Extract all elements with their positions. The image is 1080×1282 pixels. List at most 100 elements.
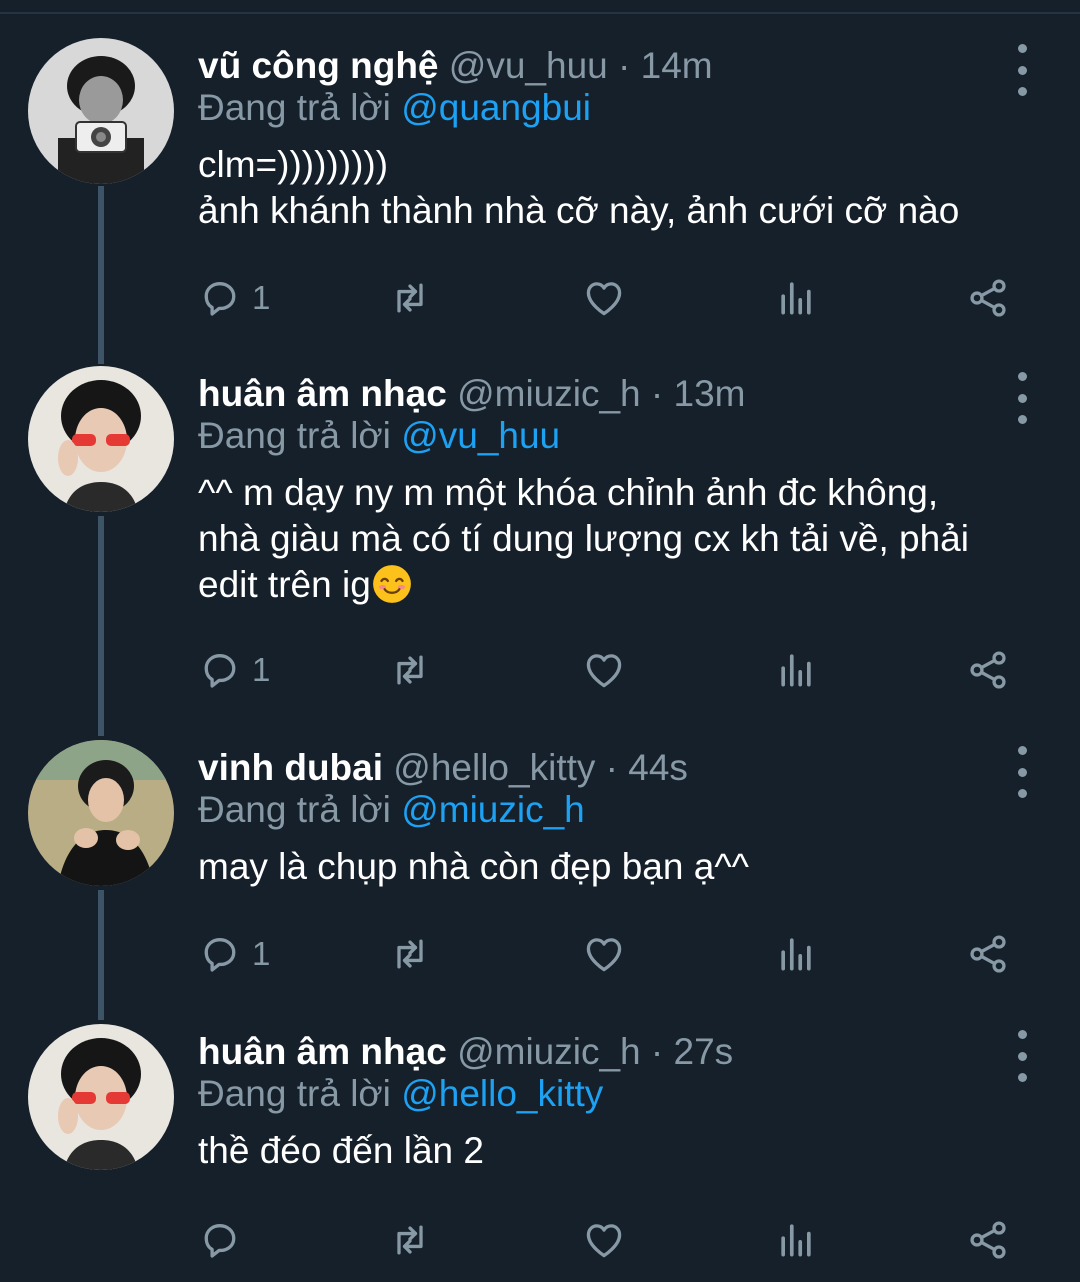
tweet-content: huân âm nhạc @miuzic_h · 27s Đang trả lờ… bbox=[198, 1024, 1018, 1174]
timestamp[interactable]: 13m bbox=[674, 373, 746, 414]
user-handle[interactable]: @miuzic_h bbox=[457, 1031, 641, 1072]
tweet-text: may là chụp nhà còn đẹp bạn ạ^^ bbox=[198, 844, 1018, 890]
share-button[interactable] bbox=[966, 930, 1010, 978]
tweet-text-line: edit trên ig bbox=[198, 564, 371, 605]
avatar[interactable] bbox=[28, 1024, 174, 1170]
analytics-button[interactable] bbox=[774, 1216, 818, 1264]
analytics-icon bbox=[774, 648, 818, 692]
reply-button[interactable]: 1 bbox=[198, 646, 270, 694]
user-handle[interactable]: @miuzic_h bbox=[457, 373, 641, 414]
reply-icon bbox=[198, 276, 242, 320]
user-handle[interactable]: @hello_kitty bbox=[393, 747, 595, 788]
tweet[interactable]: huân âm nhạc @miuzic_h · 27s Đang trả lờ… bbox=[0, 1024, 1080, 1274]
action-bar: 1 bbox=[198, 646, 1028, 694]
reply-mention[interactable]: @miuzic_h bbox=[401, 789, 585, 830]
reply-context: Đang trả lời @miuzic_h bbox=[198, 788, 1018, 832]
tweet-text-line: thề đéo đến lần 2 bbox=[198, 1130, 484, 1171]
tweet-text-line: ^^ m dạy ny m một khóa chỉnh ảnh đc khôn… bbox=[198, 472, 939, 513]
retweet-button[interactable] bbox=[388, 1216, 432, 1264]
tweet-text: clm=))))))))) ảnh khánh thành nhà cỡ này… bbox=[198, 142, 1018, 234]
like-icon bbox=[582, 932, 626, 976]
reply-button[interactable]: 1 bbox=[198, 930, 270, 978]
reply-button[interactable]: 1 bbox=[198, 274, 270, 322]
like-button[interactable] bbox=[582, 1216, 626, 1264]
share-icon bbox=[966, 932, 1010, 976]
tweet-text-line-with-emoji: edit trên ig bbox=[198, 562, 1018, 608]
top-divider bbox=[0, 12, 1080, 14]
retweet-button[interactable] bbox=[388, 274, 432, 322]
reply-context: Đang trả lời @hello_kitty bbox=[198, 1072, 1018, 1116]
timestamp[interactable]: 27s bbox=[674, 1031, 734, 1072]
user-handle[interactable]: @vu_huu bbox=[449, 45, 608, 86]
reply-prefix: Đang trả lời bbox=[198, 1073, 391, 1114]
display-name[interactable]: huân âm nhạc bbox=[198, 1031, 447, 1072]
display-name[interactable]: vinh dubai bbox=[198, 747, 383, 788]
display-name[interactable]: vũ công nghệ bbox=[198, 45, 439, 86]
tweet-text-line: may là chụp nhà còn đẹp bạn ạ^^ bbox=[198, 846, 750, 887]
reply-context: Đang trả lời @quangbui bbox=[198, 86, 1018, 130]
analytics-button[interactable] bbox=[774, 274, 818, 322]
avatar[interactable] bbox=[28, 38, 174, 184]
reply-count: 1 bbox=[252, 651, 271, 688]
like-icon bbox=[582, 276, 626, 320]
tweet-text-line: clm=))))))))) bbox=[198, 144, 389, 185]
reply-icon bbox=[198, 932, 242, 976]
like-icon bbox=[582, 648, 626, 692]
retweet-icon bbox=[388, 648, 432, 692]
separator-dot: · bbox=[618, 45, 631, 86]
analytics-icon bbox=[774, 276, 818, 320]
share-icon bbox=[966, 648, 1010, 692]
reply-mention[interactable]: @quangbui bbox=[401, 87, 591, 128]
reply-mention[interactable]: @hello_kitty bbox=[401, 1073, 603, 1114]
tweet-header: huân âm nhạc @miuzic_h · 13m bbox=[198, 372, 1018, 416]
separator-dot: · bbox=[605, 747, 618, 788]
more-icon bbox=[1017, 746, 1027, 755]
timestamp[interactable]: 14m bbox=[641, 45, 713, 86]
tweet[interactable]: vinh dubai @hello_kitty · 44s Đang trả l… bbox=[0, 740, 1080, 990]
tweet-text-line: ảnh khánh thành nhà cỡ này, ảnh cưới cỡ … bbox=[198, 190, 960, 231]
avatar[interactable] bbox=[28, 366, 174, 512]
tweet-text-line: nhà giàu mà có tí dung lượng cx kh tải v… bbox=[198, 518, 969, 559]
more-options-button[interactable] bbox=[1010, 746, 1034, 798]
tweet-content: huân âm nhạc @miuzic_h · 13m Đang trả lờ… bbox=[198, 366, 1018, 608]
tweet[interactable]: huân âm nhạc @miuzic_h · 13m Đang trả lờ… bbox=[0, 366, 1080, 706]
reply-count: 1 bbox=[252, 935, 271, 972]
reply-context: Đang trả lời @vu_huu bbox=[198, 414, 1018, 458]
tweet-header: vũ công nghệ @vu_huu · 14m bbox=[198, 44, 1018, 88]
reply-count: 1 bbox=[252, 279, 271, 316]
share-button[interactable] bbox=[966, 1216, 1010, 1264]
more-options-button[interactable] bbox=[1010, 1030, 1034, 1082]
smiling-face-emoji bbox=[372, 565, 411, 603]
like-button[interactable] bbox=[582, 274, 626, 322]
avatar[interactable] bbox=[28, 740, 174, 886]
like-button[interactable] bbox=[582, 646, 626, 694]
retweet-icon bbox=[388, 276, 432, 320]
share-button[interactable] bbox=[966, 274, 1010, 322]
reply-icon bbox=[198, 1218, 242, 1262]
share-icon bbox=[966, 1218, 1010, 1262]
reply-button[interactable] bbox=[198, 1216, 252, 1264]
tweet-content: vinh dubai @hello_kitty · 44s Đang trả l… bbox=[198, 740, 1018, 890]
retweet-icon bbox=[388, 932, 432, 976]
share-icon bbox=[966, 276, 1010, 320]
share-button[interactable] bbox=[966, 646, 1010, 694]
analytics-button[interactable] bbox=[774, 930, 818, 978]
analytics-button[interactable] bbox=[774, 646, 818, 694]
like-button[interactable] bbox=[582, 930, 626, 978]
retweet-button[interactable] bbox=[388, 646, 432, 694]
like-icon bbox=[582, 1218, 626, 1262]
tweet-text: thề đéo đến lần 2 bbox=[198, 1128, 1018, 1174]
more-icon bbox=[1017, 44, 1027, 53]
retweet-button[interactable] bbox=[388, 930, 432, 978]
more-options-button[interactable] bbox=[1010, 44, 1034, 96]
display-name[interactable]: huân âm nhạc bbox=[198, 373, 447, 414]
reply-prefix: Đang trả lời bbox=[198, 87, 391, 128]
reply-mention[interactable]: @vu_huu bbox=[401, 415, 560, 456]
tweet[interactable]: vũ công nghệ @vu_huu · 14m Đang trả lời … bbox=[0, 38, 1080, 328]
timestamp[interactable]: 44s bbox=[628, 747, 688, 788]
analytics-icon bbox=[774, 1218, 818, 1262]
analytics-icon bbox=[774, 932, 818, 976]
more-options-button[interactable] bbox=[1010, 372, 1034, 424]
retweet-icon bbox=[388, 1218, 432, 1262]
more-icon bbox=[1017, 1030, 1027, 1039]
